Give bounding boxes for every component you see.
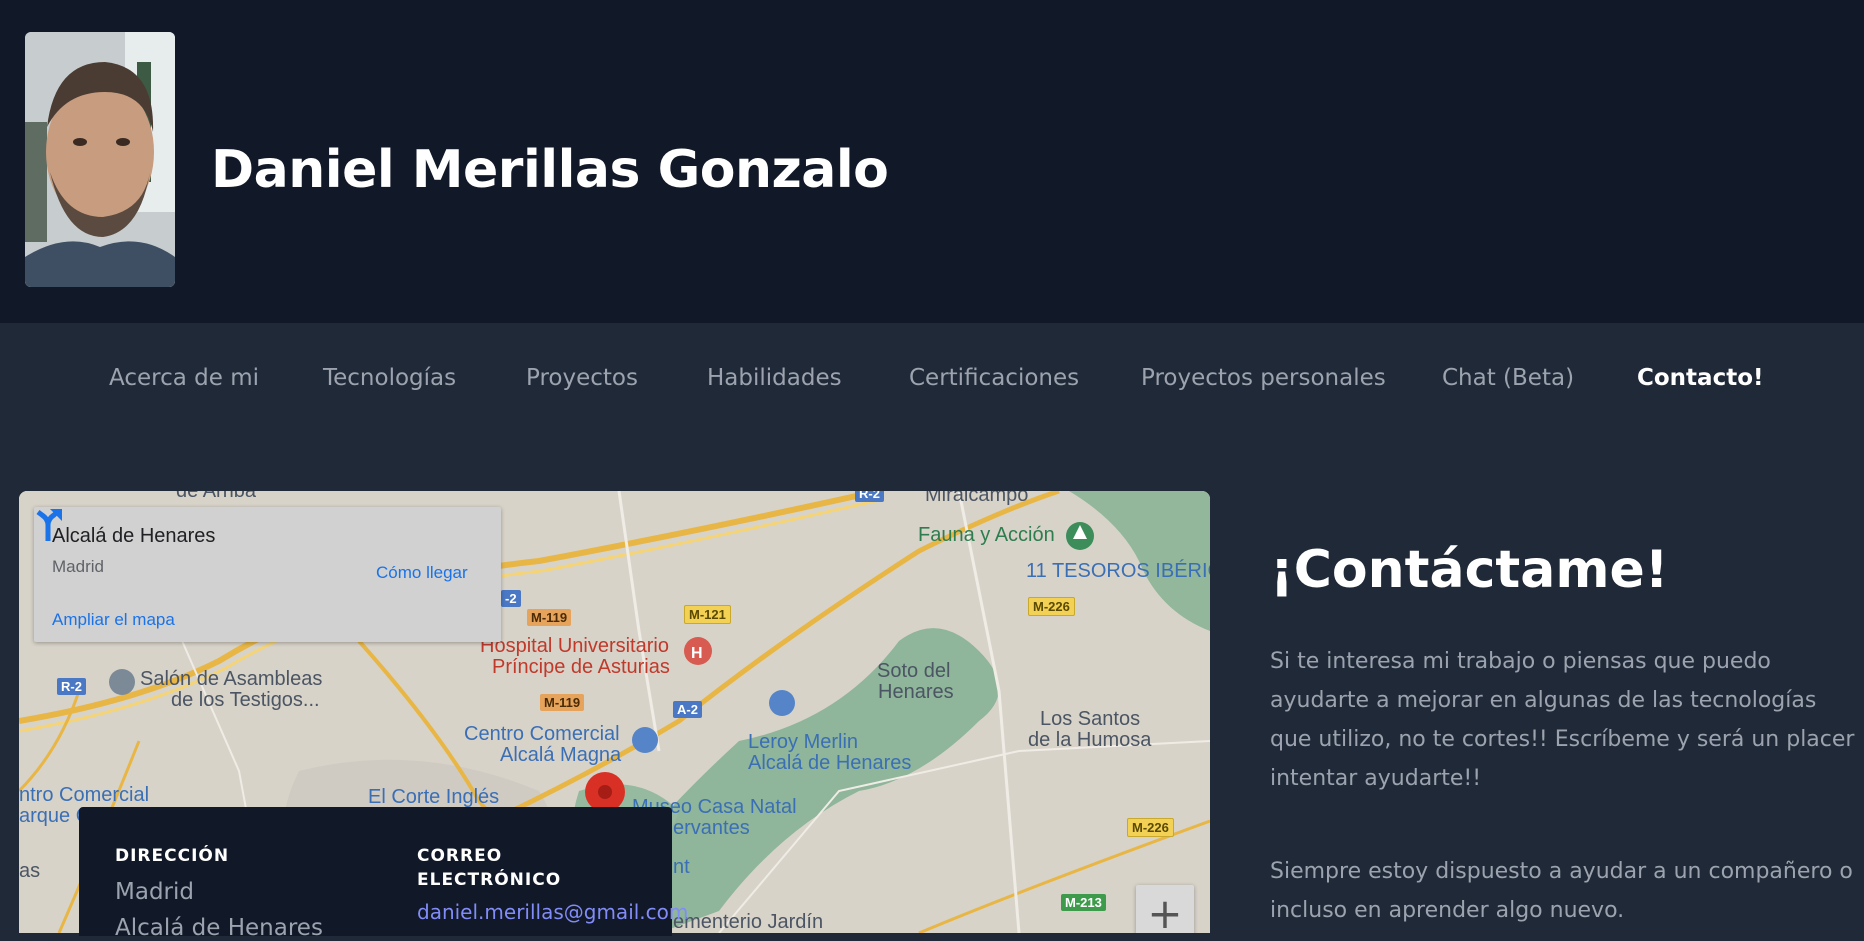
avatar — [25, 32, 175, 287]
map-label: nt — [673, 856, 690, 878]
map-label: Alcalá Magna — [500, 744, 622, 766]
map-label: de la Humosa — [1028, 729, 1152, 751]
nav-item-chat[interactable]: Chat (Beta) — [1442, 365, 1574, 391]
address-line: Alcalá de Henares — [115, 915, 323, 941]
svg-text:H: H — [691, 645, 703, 662]
road-badge: M-121 — [684, 605, 731, 624]
plus-icon: + — [1147, 889, 1183, 933]
road-badge: M-226 — [1127, 818, 1174, 837]
address-heading: DIRECCIÓN — [115, 846, 230, 866]
road-badge: M-119 — [527, 609, 572, 626]
map-label: de los Testigos... — [171, 689, 320, 711]
contact-info-box: DIRECCIÓN Madrid Alcalá de Henares CORRE… — [79, 807, 688, 941]
map-label: Soto del — [877, 660, 951, 682]
map-label: ntro Comercial — [19, 784, 150, 806]
email-heading: CORREO — [417, 846, 503, 866]
directions-link[interactable]: Cómo llegar — [376, 563, 468, 583]
road-badge: M-213 — [1061, 894, 1106, 911]
map-label: de Arriba — [176, 491, 257, 502]
place-region: Madrid — [52, 557, 104, 576]
map-label: Henares — [878, 681, 954, 703]
map-label: Hospital Universitario — [480, 635, 669, 657]
map-label: Centro Comercial — [464, 723, 620, 745]
contact-paragraph: Si te interesa mi trabajo o piensas que … — [1270, 649, 1855, 791]
email-heading: ELECTRÓNICO — [417, 870, 562, 890]
map-place-card: Alcalá de Henares Madrid Cómo llegar Amp… — [34, 507, 501, 642]
road-badge: R-2 — [57, 678, 86, 695]
map-label: Salón de Asambleas — [140, 668, 323, 690]
map-label: as — [19, 860, 41, 882]
site-header: Daniel Merillas Gonzalo — [0, 0, 1864, 323]
nav-item-about[interactable]: Acerca de mi — [109, 365, 259, 391]
map-label: Fauna y Acción — [918, 524, 1055, 546]
nav-item-technologies[interactable]: Tecnologías — [323, 365, 456, 391]
contact-paragraph: Siempre estoy dispuesto a ayudar a un co… — [1270, 859, 1853, 923]
nav-item-skills[interactable]: Habilidades — [707, 365, 842, 391]
address-line: Madrid — [115, 879, 194, 905]
road-badge: M-119 — [540, 694, 585, 711]
nav-item-certifications[interactable]: Certificaciones — [909, 365, 1079, 391]
contact-title: ¡Contáctame! — [1270, 540, 1669, 600]
enlarge-map-link[interactable]: Ampliar el mapa — [52, 610, 175, 630]
map-label: Leroy Merlin — [748, 731, 859, 753]
nav-item-personal-projects[interactable]: Proyectos personales — [1141, 365, 1386, 391]
map-label: 11 TESOROS IBÉRICOS — [1026, 560, 1210, 582]
road-badge: M-226 — [1028, 597, 1075, 616]
main-nav: Acerca de mi Tecnologías Proyectos Habil… — [0, 323, 1864, 433]
nav-item-projects[interactable]: Proyectos — [526, 365, 638, 391]
road-badge: R-2 — [855, 491, 884, 502]
nav-item-contact[interactable]: Contacto! — [1637, 365, 1764, 391]
map-label: Los Santos — [1040, 708, 1141, 730]
zoom-in-button[interactable]: + — [1136, 885, 1194, 933]
map-label: Príncipe de Asturias — [492, 656, 670, 678]
directions-icon[interactable] — [34, 507, 64, 541]
road-badge: -2 — [501, 590, 521, 607]
road-badge: A-2 — [673, 701, 702, 718]
email-link[interactable]: daniel.merillas@gmail.com — [417, 900, 688, 924]
site-title: Daniel Merillas Gonzalo — [211, 140, 889, 200]
map-label: Miralcampo — [925, 491, 1029, 506]
map-label: El Corte Inglés — [368, 786, 500, 808]
map-label: ervantes — [673, 817, 750, 839]
map-label: ementerio Jardín — [673, 911, 824, 933]
place-name: Alcalá de Henares — [52, 525, 216, 547]
map-label: Alcalá de Henares — [748, 752, 912, 774]
